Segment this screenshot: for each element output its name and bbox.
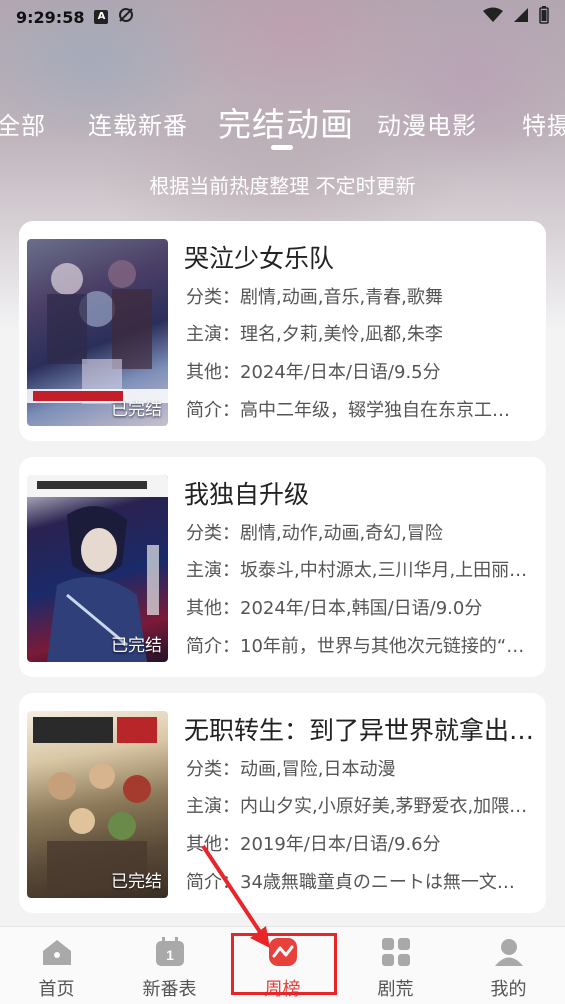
anime-cast: 主演：坂泰斗,中村源太,三川华月,上田丽… (186, 560, 528, 581)
nav-label: 我的 (490, 979, 527, 1000)
nav-schedule[interactable]: 1 新番表 (113, 927, 226, 1004)
page-subtitle: 根据当前热度整理 不定时更新 (149, 174, 416, 198)
nav-label: 新番表 (142, 979, 197, 1000)
tab-all[interactable]: 全部 (0, 106, 46, 141)
status-time: 9:29:58 (16, 7, 85, 27)
poster-image[interactable]: 已完结 (27, 475, 168, 662)
nav-profile[interactable]: 我的 (452, 927, 565, 1004)
svg-text:1: 1 (166, 947, 174, 963)
anime-card[interactable]: 已完结 哭泣少女乐队 分类：剧情,动画,音乐,青春,歌舞 主演：理名,夕莉,美怜… (19, 221, 546, 441)
home-icon (41, 937, 73, 971)
anime-title[interactable]: 无职转生：到了异世界就拿出… (184, 711, 534, 747)
calendar-icon: 1 (154, 937, 186, 971)
anime-intro: 简介：10年前，世界与其他次元链接的“… (186, 636, 525, 657)
wifi-icon (483, 7, 503, 27)
anime-card[interactable]: 已完结 我独自升级 分类：剧情,动作,动画,奇幻,冒险 主演：坂泰斗,中村源太,… (19, 457, 546, 677)
tab-completed[interactable]: 完结动画 (218, 98, 354, 146)
poster-image[interactable]: 已完结 (27, 239, 168, 426)
anime-other-info: 其他：2024年/日本,韩国/日语/9.0分 (186, 598, 483, 619)
anime-category: 分类：动画,冒险,日本动漫 (186, 759, 396, 780)
nav-label: 剧荒 (377, 979, 414, 1000)
anime-cast: 主演：内山夕实,小原好美,茅野爱衣,加隈… (186, 796, 528, 817)
status-badge: 已完结 (111, 400, 162, 420)
signal-icon (513, 7, 529, 27)
nav-recommend[interactable]: 剧荒 (339, 927, 452, 1004)
annotation-highlight-box (231, 933, 337, 995)
camera-off-icon (118, 7, 134, 27)
status-badge: 已完结 (111, 872, 162, 892)
status-badge: 已完结 (111, 636, 162, 656)
anime-title[interactable]: 哭泣少女乐队 (184, 239, 534, 275)
a-icon: A (94, 10, 109, 24)
nav-label: 首页 (38, 979, 75, 1000)
tab-movies[interactable]: 动漫电影 (377, 106, 477, 141)
anime-intro: 简介：34歳無職童貞のニートは無一文… (186, 872, 515, 893)
anime-intro: 简介：高中二年级，辍学独自在东京工… (186, 400, 510, 421)
poster-image[interactable]: 已完结 (27, 711, 168, 898)
anime-category: 分类：剧情,动作,动画,奇幻,冒险 (186, 523, 443, 544)
category-tabs: 全部 连载新番 完结动画 动漫电影 特摄 (0, 92, 565, 152)
anime-other-info: 其他：2019年/日本/日语/9.6分 (186, 834, 441, 855)
battery-icon (539, 6, 549, 28)
anime-cast: 主演：理名,夕莉,美怜,凪都,朱李 (186, 324, 443, 345)
tab-tokusatsu[interactable]: 特摄 (522, 106, 565, 141)
anime-category: 分类：剧情,动画,音乐,青春,歌舞 (186, 287, 443, 308)
anime-title[interactable]: 我独自升级 (184, 475, 534, 511)
status-bar: 9:29:58 A (0, 0, 565, 34)
grid-icon (380, 937, 412, 971)
anime-other-info: 其他：2024年/日本/日语/9.5分 (186, 362, 441, 383)
nav-home[interactable]: 首页 (0, 927, 113, 1004)
anime-card[interactable]: 已完结 无职转生：到了异世界就拿出… 分类：动画,冒险,日本动漫 主演：内山夕实… (19, 693, 546, 913)
active-tab-indicator (271, 145, 293, 150)
profile-icon (493, 937, 525, 971)
tab-ongoing[interactable]: 连载新番 (88, 106, 188, 141)
